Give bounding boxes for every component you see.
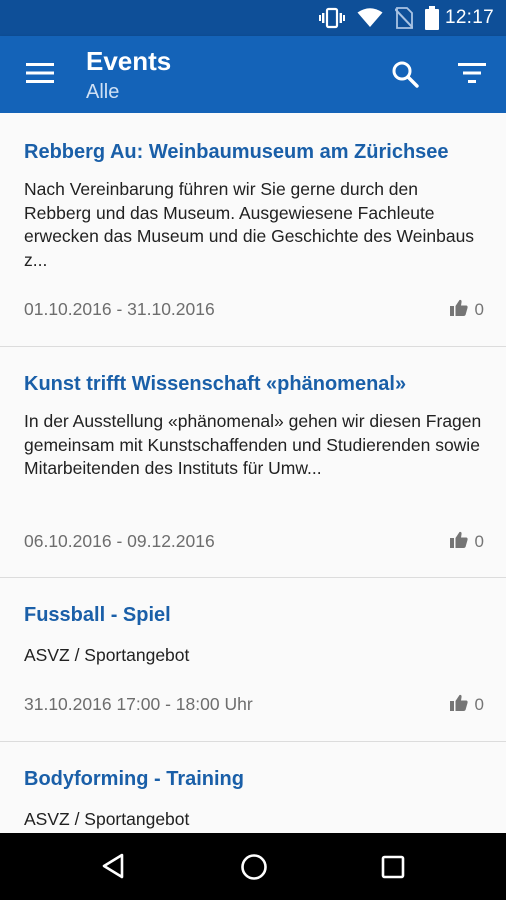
page-title: Events <box>86 46 172 76</box>
battery-icon <box>424 6 439 30</box>
event-title[interactable]: Rebberg Au: Weinbaumuseum am Zürichsee <box>24 141 449 164</box>
like-counter[interactable]: 0 <box>449 694 484 716</box>
thumbs-up-icon <box>449 531 475 553</box>
thumbs-up-icon <box>449 694 475 716</box>
like-count: 0 <box>474 695 484 714</box>
event-card[interactable]: Bodyforming - Training ASVZ / Sportangeb… <box>0 742 506 833</box>
like-counter[interactable]: 0 <box>449 531 484 553</box>
event-list: Rebberg Au: Weinbaumuseum am Zürichsee N… <box>0 113 506 833</box>
event-card[interactable]: Fussball - Spiel ASVZ / Sportangebot 31.… <box>0 578 506 742</box>
like-counter[interactable]: 0 <box>449 299 484 321</box>
event-title[interactable]: Kunst trifft Wissenschaft «phänomenal» <box>24 373 406 396</box>
like-count: 0 <box>474 300 484 319</box>
event-description: ASVZ / Sportangebot <box>24 809 190 829</box>
menu-icon[interactable] <box>26 62 54 89</box>
vibrate-icon <box>318 7 345 29</box>
navigation-bar <box>0 833 506 900</box>
event-description: In der Ausstellung «phänomenal» gehen wi… <box>24 411 482 478</box>
no-sim-icon <box>394 7 413 29</box>
back-icon[interactable] <box>101 853 125 884</box>
filter-subtitle[interactable]: Alle <box>86 78 171 106</box>
event-date: 06.10.2016 - 09.12.2016 <box>24 531 215 551</box>
recents-icon[interactable] <box>381 855 405 884</box>
event-description: ASVZ / Sportangebot <box>24 645 190 665</box>
event-description: Nach Vereinbarung führen wir Sie gerne d… <box>24 179 475 270</box>
thumbs-up-icon <box>449 299 475 321</box>
status-bar: 12:17 <box>0 0 506 36</box>
search-icon[interactable] <box>391 60 419 93</box>
event-card[interactable]: Rebberg Au: Weinbaumuseum am Zürichsee N… <box>0 113 506 347</box>
event-title[interactable]: Fussball - Spiel <box>24 604 171 627</box>
event-date: 01.10.2016 - 31.10.2016 <box>24 299 215 319</box>
event-date: 31.10.2016 17:00 - 18:00 Uhr <box>24 694 253 714</box>
event-card[interactable]: Kunst trifft Wissenschaft «phänomenal» I… <box>0 347 506 578</box>
status-time: 12:17 <box>444 7 494 28</box>
wifi-icon <box>357 8 383 28</box>
filter-icon[interactable] <box>458 62 486 89</box>
event-title[interactable]: Bodyforming - Training <box>24 768 244 791</box>
status-icons: 12:17 <box>318 0 506 36</box>
like-count: 0 <box>474 532 484 551</box>
home-icon[interactable] <box>240 853 268 886</box>
app-bar-titles: Events Alle <box>86 46 171 106</box>
app-bar: Events Alle <box>0 36 506 113</box>
